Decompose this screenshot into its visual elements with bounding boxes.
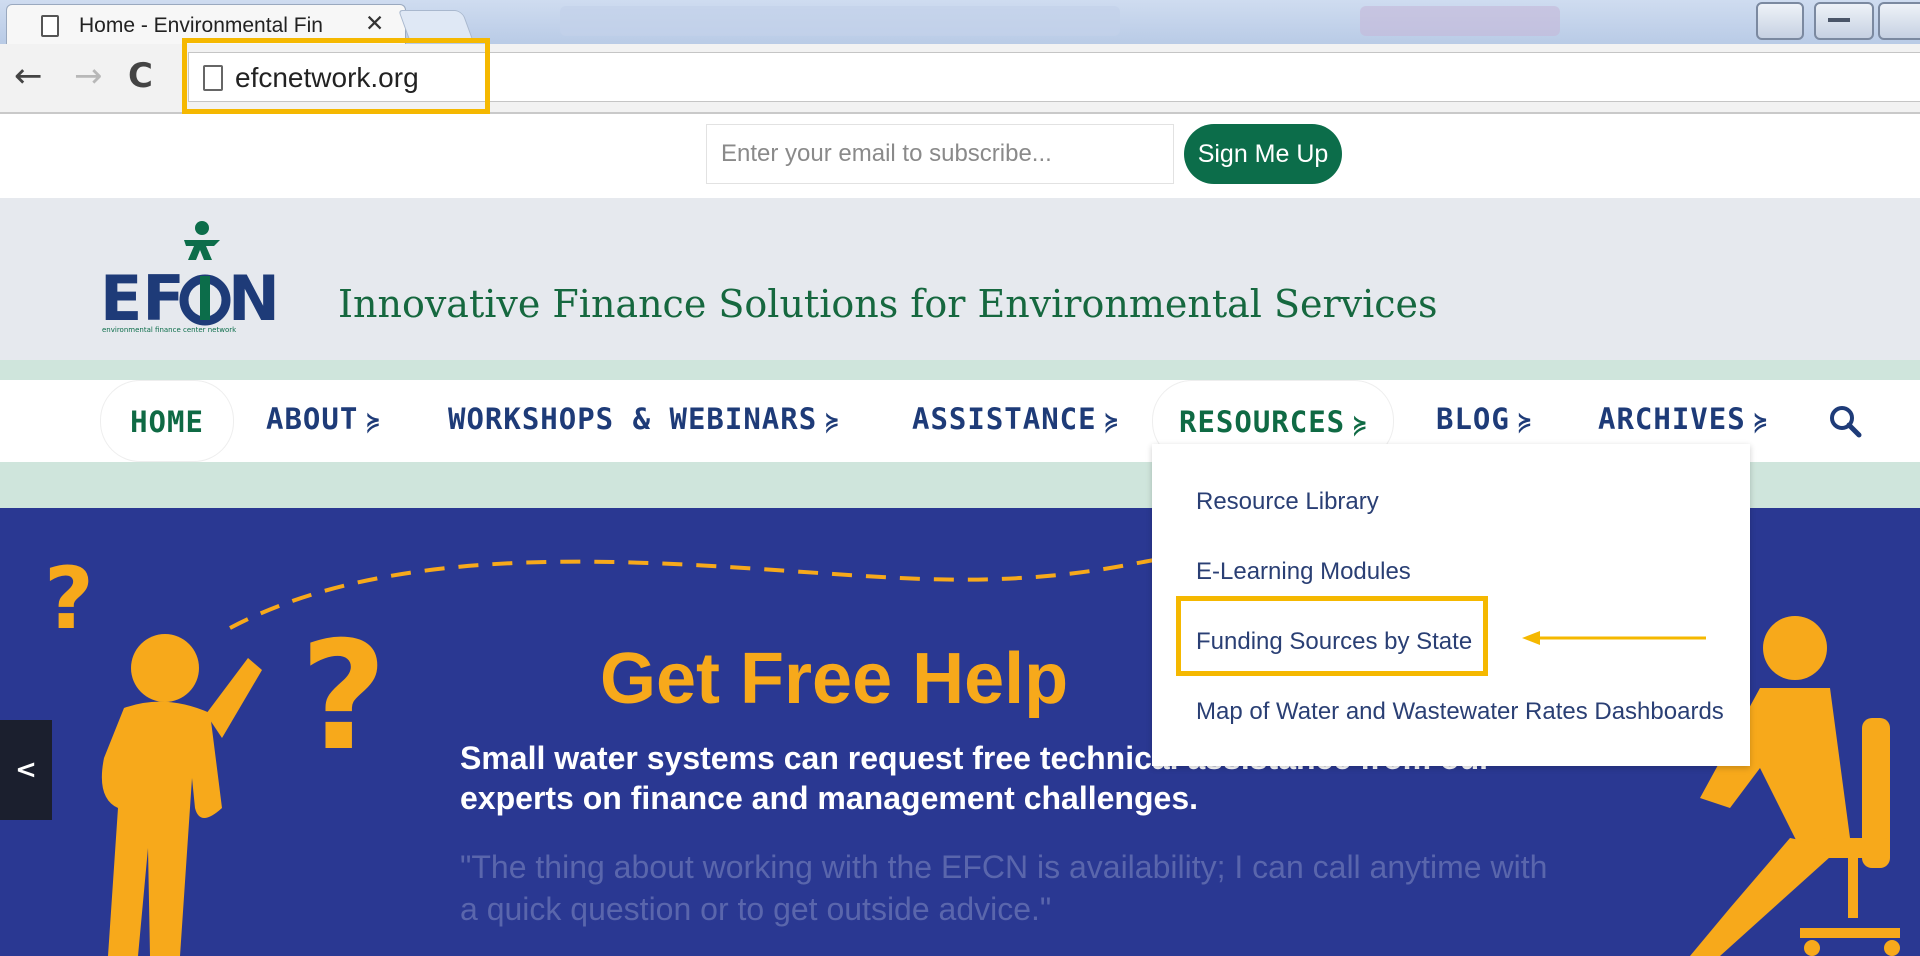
chevron-down-icon: ≽ xyxy=(1353,413,1368,438)
menu-annotation-box xyxy=(1176,596,1488,676)
hero-title: Get Free Help xyxy=(600,639,1069,719)
svg-text:environmental finance center n: environmental finance center network xyxy=(102,326,237,334)
nav-about[interactable]: ABOUT ≽ xyxy=(266,402,381,436)
hero-quote: "The thing about working with the EFCN i… xyxy=(460,849,1548,927)
chevron-down-icon: ≽ xyxy=(1104,410,1119,435)
profile-button[interactable] xyxy=(1756,2,1804,40)
page-icon xyxy=(41,15,59,37)
annotation-arrow-icon xyxy=(1522,631,1706,645)
reload-icon[interactable]: C xyxy=(128,56,153,96)
maximize-button[interactable] xyxy=(1878,2,1920,40)
nav-label: HOME xyxy=(130,405,204,439)
slider-prev-button[interactable]: < xyxy=(0,720,52,820)
nav-label: ABOUT xyxy=(266,402,359,436)
blurred-tab-area xyxy=(560,6,1120,36)
efcn-logo[interactable]: EF N environmental finance center networ… xyxy=(100,218,290,338)
nav-workshops-webinars[interactable]: WORKSHOPS & WEBINARS ≽ xyxy=(448,402,839,436)
svg-text:EF: EF xyxy=(100,262,185,335)
nav-label: RESOURCES xyxy=(1179,405,1346,439)
back-arrow-icon[interactable]: ← xyxy=(14,56,43,96)
chevron-down-icon: ≽ xyxy=(1517,410,1533,435)
blurred-tab-area xyxy=(1360,6,1560,36)
menu-item-resource-library[interactable]: Resource Library xyxy=(1196,488,1379,516)
search-icon[interactable] xyxy=(1828,404,1862,438)
nav-blog[interactable]: BLOG ≽ xyxy=(1436,402,1532,436)
nav-label: ARCHIVES xyxy=(1598,402,1746,436)
chevron-down-icon: ≽ xyxy=(366,410,381,435)
nav-label: WORKSHOPS & WEBINARS xyxy=(448,402,818,436)
menu-item-rates-dashboards-map[interactable]: Map of Water and Wastewater Rates Dashbo… xyxy=(1196,698,1724,726)
svg-text:N: N xyxy=(228,262,280,335)
accent-stripe xyxy=(0,360,1920,380)
nav-label: BLOG xyxy=(1436,402,1510,436)
svg-text:?: ? xyxy=(300,610,387,784)
url-annotation-box xyxy=(182,38,490,114)
tab-close-icon[interactable]: ✕ xyxy=(365,11,384,37)
nav-assistance[interactable]: ASSISTANCE ≽ xyxy=(912,402,1119,436)
menu-item-e-learning-modules[interactable]: E-Learning Modules xyxy=(1196,558,1411,586)
nav-home[interactable]: HOME xyxy=(100,380,234,462)
nav-label: ASSISTANCE xyxy=(912,402,1097,436)
site-header: EF N environmental finance center networ… xyxy=(0,198,1920,360)
svg-text:?: ? xyxy=(44,549,94,649)
minimize-button[interactable] xyxy=(1814,2,1874,40)
subscribe-bar: Sign Me Up xyxy=(0,114,1920,198)
sign-up-button[interactable]: Sign Me Up xyxy=(1184,124,1342,184)
chevron-down-icon: ≽ xyxy=(825,410,840,435)
nav-archives[interactable]: ARCHIVES ≽ xyxy=(1598,402,1768,436)
site-tagline: Innovative Finance Solutions for Environ… xyxy=(338,282,1438,326)
forward-arrow-icon[interactable]: → xyxy=(74,56,103,96)
tab-title: Home - Environmental Fin xyxy=(79,14,323,37)
email-subscribe-input[interactable] xyxy=(706,124,1174,184)
chevron-down-icon: ≽ xyxy=(1753,410,1768,435)
